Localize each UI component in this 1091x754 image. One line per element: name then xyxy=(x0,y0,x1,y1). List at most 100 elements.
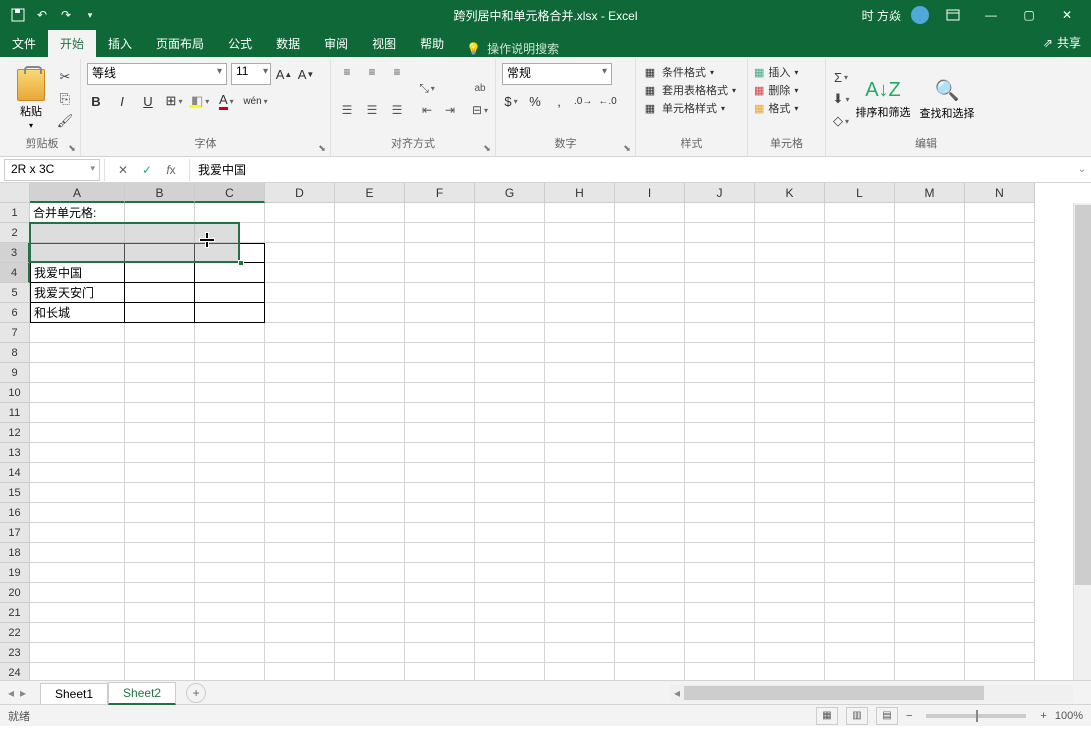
row-header[interactable]: 18 xyxy=(0,543,30,563)
cell[interactable] xyxy=(125,343,195,363)
cell[interactable] xyxy=(825,363,895,383)
cell[interactable] xyxy=(965,443,1035,463)
column-headers[interactable]: ABCDEFGHIJKLMN xyxy=(30,183,1091,203)
sheet-tab-1[interactable]: Sheet1 xyxy=(40,683,108,704)
cell[interactable] xyxy=(30,543,125,563)
cell[interactable] xyxy=(825,323,895,343)
col-header[interactable]: M xyxy=(895,183,965,203)
cell[interactable] xyxy=(755,323,825,343)
fx-icon[interactable]: fx xyxy=(161,163,181,177)
cell[interactable] xyxy=(30,583,125,603)
close-icon[interactable]: ✕ xyxy=(1053,5,1081,25)
row-header[interactable]: 4 xyxy=(0,263,30,283)
cell[interactable] xyxy=(195,303,265,323)
select-all-corner[interactable] xyxy=(0,183,30,203)
cell[interactable] xyxy=(755,343,825,363)
row-header[interactable]: 7 xyxy=(0,323,30,343)
cell[interactable] xyxy=(405,603,475,623)
cell[interactable] xyxy=(335,423,405,443)
decrease-indent-icon[interactable]: ⇤ xyxy=(417,101,437,119)
col-header[interactable]: D xyxy=(265,183,335,203)
ribbon-options-icon[interactable] xyxy=(939,5,967,25)
clear-icon[interactable]: ◇ xyxy=(832,112,850,130)
cell[interactable] xyxy=(335,443,405,463)
cell[interactable] xyxy=(965,363,1035,383)
comma-format-icon[interactable]: , xyxy=(550,91,568,111)
cell[interactable] xyxy=(755,223,825,243)
find-select-button[interactable]: 🔍 查找和选择 xyxy=(918,63,976,135)
cell[interactable] xyxy=(405,583,475,603)
cell[interactable] xyxy=(335,223,405,243)
cell[interactable] xyxy=(335,203,405,223)
cell[interactable] xyxy=(265,523,335,543)
cell[interactable] xyxy=(825,643,895,663)
cell[interactable] xyxy=(405,323,475,343)
cell[interactable] xyxy=(125,463,195,483)
cell[interactable] xyxy=(755,503,825,523)
cell[interactable] xyxy=(545,403,615,423)
col-header[interactable]: C xyxy=(195,183,265,203)
cell[interactable] xyxy=(685,343,755,363)
cell[interactable] xyxy=(335,603,405,623)
cell[interactable] xyxy=(405,223,475,243)
cell[interactable] xyxy=(545,563,615,583)
cell[interactable] xyxy=(125,363,195,383)
cell[interactable] xyxy=(825,603,895,623)
cell[interactable] xyxy=(755,563,825,583)
col-header[interactable]: A xyxy=(30,183,125,203)
maximize-icon[interactable]: ▢ xyxy=(1015,5,1043,25)
cell[interactable] xyxy=(405,463,475,483)
cell[interactable] xyxy=(125,283,195,303)
cell[interactable] xyxy=(825,583,895,603)
font-name-select[interactable]: 等线 xyxy=(87,63,227,85)
cell[interactable] xyxy=(335,403,405,423)
percent-format-icon[interactable]: % xyxy=(526,91,544,111)
scroll-thumb[interactable] xyxy=(1075,205,1091,585)
tab-review[interactable]: 审阅 xyxy=(312,30,360,57)
font-size-select[interactable]: 11 xyxy=(231,63,271,85)
tab-home[interactable]: 开始 xyxy=(48,30,96,57)
cell[interactable] xyxy=(335,283,405,303)
cell[interactable] xyxy=(545,483,615,503)
cell[interactable] xyxy=(405,503,475,523)
table-format-button[interactable]: ▦套用表格格式▾ xyxy=(642,81,741,99)
next-sheet-icon[interactable]: ▸ xyxy=(20,686,26,700)
cell[interactable] xyxy=(965,423,1035,443)
cell[interactable] xyxy=(475,483,545,503)
cell[interactable] xyxy=(895,303,965,323)
cell[interactable] xyxy=(125,263,195,283)
cell[interactable] xyxy=(125,623,195,643)
tell-me[interactable]: 💡 操作说明搜索 xyxy=(466,40,559,57)
cell[interactable] xyxy=(895,523,965,543)
horizontal-scrollbar[interactable]: ◂ xyxy=(670,684,1073,702)
cell[interactable] xyxy=(475,443,545,463)
cell[interactable] xyxy=(615,443,685,463)
cell[interactable] xyxy=(265,463,335,483)
cell[interactable] xyxy=(685,403,755,423)
dialog-launcher-icon[interactable]: ⬊ xyxy=(66,142,78,154)
zoom-slider[interactable] xyxy=(926,714,1026,718)
cell[interactable] xyxy=(755,383,825,403)
cell[interactable] xyxy=(335,483,405,503)
cell[interactable] xyxy=(895,583,965,603)
cell[interactable] xyxy=(895,263,965,283)
avatar[interactable] xyxy=(911,6,929,24)
cell[interactable] xyxy=(895,243,965,263)
cell[interactable] xyxy=(615,603,685,623)
row-header[interactable]: 1 xyxy=(0,203,30,223)
cell[interactable] xyxy=(895,623,965,643)
cell[interactable] xyxy=(405,343,475,363)
cell[interactable] xyxy=(265,263,335,283)
cell[interactable] xyxy=(755,483,825,503)
cell[interactable] xyxy=(475,423,545,443)
zoom-in-icon[interactable]: + xyxy=(1040,710,1046,722)
cell[interactable] xyxy=(755,663,825,680)
cell[interactable] xyxy=(615,323,685,343)
cell[interactable]: 和长城 xyxy=(30,303,125,323)
worksheet-grid[interactable]: 1234567891011121314151617181920212223242… xyxy=(0,183,1091,680)
cell[interactable] xyxy=(125,483,195,503)
name-box[interactable]: 2R x 3C xyxy=(4,159,100,181)
cell[interactable] xyxy=(825,563,895,583)
cell[interactable] xyxy=(335,243,405,263)
cell[interactable] xyxy=(685,503,755,523)
